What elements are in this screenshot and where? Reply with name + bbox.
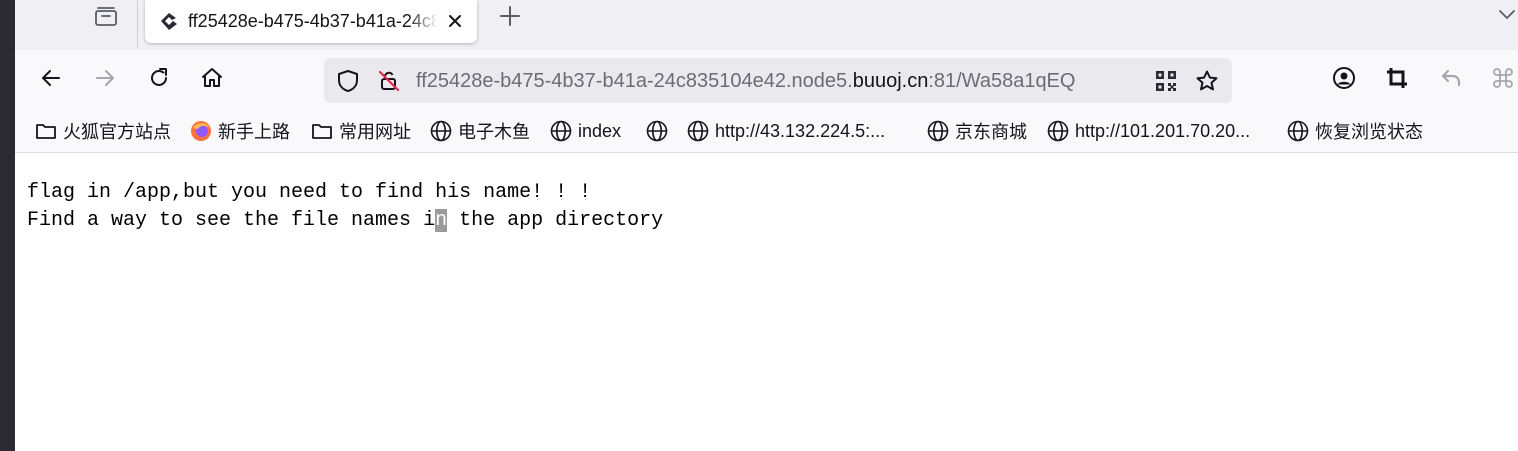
plus-icon — [499, 5, 521, 32]
globe-icon — [1046, 119, 1070, 143]
bookmark-electronic-muyu[interactable]: 电子木鱼 — [429, 118, 530, 144]
text-selection: n — [435, 209, 448, 232]
forward-button[interactable] — [89, 64, 121, 96]
browser-window: ff25428e-b475-4b37-b41a-24c835104e42 — [15, 0, 1518, 451]
bookmark-restore-session[interactable]: 恢复浏览状态 — [1286, 118, 1423, 144]
screenshot-button[interactable] — [1381, 64, 1413, 96]
bookmark-ip-101[interactable]: http://101.201.70.20... — [1046, 118, 1250, 144]
shield-icon[interactable] — [335, 68, 361, 94]
bookmark-label: http://43.132.224.5:... — [715, 120, 886, 141]
new-tab-button[interactable] — [495, 3, 525, 33]
globe-icon — [926, 119, 950, 143]
address-bar[interactable]: ff25428e-b475-4b37-b41a-24c835104e42.nod… — [324, 58, 1232, 103]
flag-hint-text: flag in /app,but you need to find his na… — [27, 181, 592, 204]
directory-hint-text: Find a way to see the file names in the … — [27, 209, 663, 233]
tab-close-icon[interactable] — [441, 7, 469, 35]
site-favicon-icon — [157, 9, 181, 33]
list-all-tabs-button[interactable] — [1497, 5, 1517, 29]
firefox-view-button[interactable] — [91, 5, 121, 31]
url-prefix: ff25428e-b475-4b37-b41a-24c835104e42.nod… — [416, 70, 853, 92]
insecure-connection-icon[interactable] — [376, 68, 402, 94]
back-button[interactable] — [35, 64, 67, 96]
bookmark-label: 火狐官方站点 — [63, 122, 171, 142]
desktop-edge — [0, 0, 15, 451]
chevron-down-icon — [1498, 8, 1516, 26]
reload-button[interactable] — [143, 64, 175, 96]
bookmarks-toolbar: 火狐官方站点 新手上路 常用网址 电子木鱼 index http://43.13… — [15, 110, 1518, 153]
url-suffix: :81/Wa58a1qEQ — [928, 70, 1076, 92]
account-button[interactable] — [1328, 64, 1360, 96]
bookmark-label: 电子木鱼 — [458, 122, 530, 142]
extension-button[interactable] — [1489, 64, 1517, 96]
globe-icon — [549, 119, 573, 143]
firefox-icon — [189, 119, 213, 143]
bookmark-folder-firefox-official[interactable]: 火狐官方站点 — [34, 118, 171, 144]
directory-hint-end: the app directory — [447, 209, 664, 232]
undo-icon — [1439, 66, 1463, 95]
bookmark-getting-started[interactable]: 新手上路 — [189, 118, 290, 144]
globe-icon — [686, 119, 710, 143]
undo-button[interactable] — [1435, 64, 1467, 96]
folder-icon — [34, 119, 58, 143]
qr-code-icon[interactable] — [1153, 68, 1179, 94]
crop-icon — [1385, 66, 1409, 95]
bookmark-jd-mall[interactable]: 京东商城 — [926, 118, 1027, 144]
tab-title: ff25428e-b475-4b37-b41a-24c835104e42 — [188, 11, 438, 31]
url-host: buuoj.cn — [852, 70, 929, 92]
bookmark-index[interactable]: index — [549, 118, 621, 144]
bookmark-label: index — [578, 120, 622, 141]
bookmark-folder-common-sites[interactable]: 常用网址 — [310, 118, 411, 144]
url-text[interactable]: ff25428e-b475-4b37-b41a-24c835104e42.nod… — [416, 68, 1156, 94]
tab-strip: ff25428e-b475-4b37-b41a-24c835104e42 — [15, 0, 1518, 50]
tab-strip-separator — [137, 0, 138, 48]
bookmark-label: 恢复浏览状态 — [1315, 122, 1423, 142]
command-key-icon — [1491, 66, 1515, 95]
navigation-toolbar: ff25428e-b475-4b37-b41a-24c835104e42.nod… — [15, 50, 1518, 110]
globe-icon — [645, 119, 669, 143]
firefox-view-icon — [94, 5, 118, 32]
home-button[interactable] — [196, 64, 228, 96]
globe-icon — [429, 119, 453, 143]
bookmark-star-icon[interactable] — [1194, 68, 1220, 94]
tab-active[interactable]: ff25428e-b475-4b37-b41a-24c835104e42 — [145, 0, 477, 43]
folder-icon — [310, 119, 334, 143]
globe-icon — [1286, 119, 1310, 143]
arrow-left-icon — [39, 66, 63, 95]
bookmark-label: 常用网址 — [339, 122, 411, 142]
directory-hint-start: Find a way to see the file names i — [27, 209, 436, 232]
bookmark-label: 京东商城 — [955, 122, 1027, 142]
bookmark-untitled[interactable] — [645, 118, 669, 144]
bookmark-label: 新手上路 — [218, 122, 290, 142]
page-content: flag in /app,but you need to find his na… — [15, 153, 1518, 451]
home-icon — [200, 66, 224, 95]
account-icon — [1332, 66, 1356, 95]
bookmark-label: http://101.201.70.20... — [1075, 120, 1251, 141]
arrow-right-icon — [93, 66, 117, 95]
reload-icon — [147, 66, 171, 95]
bookmark-ip-43[interactable]: http://43.132.224.5:... — [686, 118, 885, 144]
